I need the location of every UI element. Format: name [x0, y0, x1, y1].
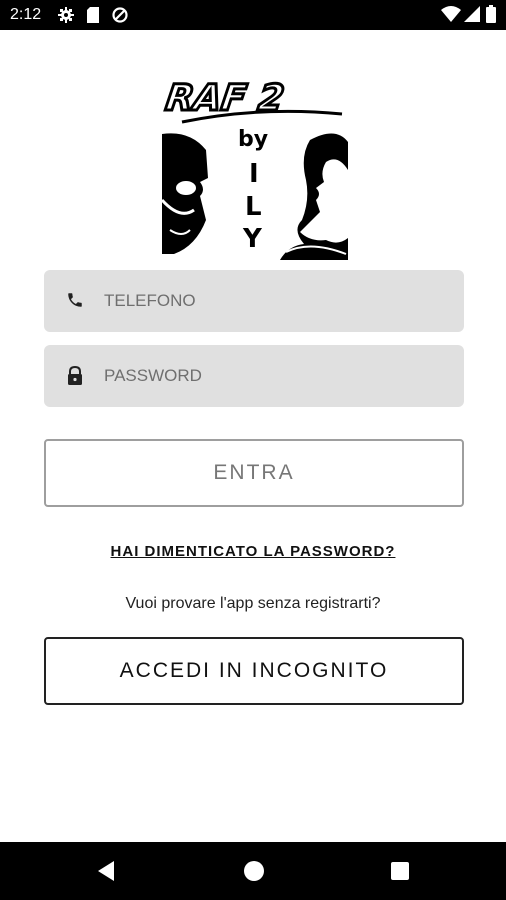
- logo-letter-i: I: [249, 159, 259, 189]
- guest-login-button-label: ACCEDI IN INCOGNITO: [119, 659, 389, 682]
- woman-face-illustration: [280, 133, 348, 260]
- navigation-bar: [0, 842, 506, 900]
- logo-letter-l: L: [245, 192, 262, 222]
- password-input[interactable]: [104, 345, 444, 407]
- gear-icon: [58, 7, 74, 28]
- forgot-password-link[interactable]: HAI DIMENTICATO LA PASSWORD?: [0, 543, 506, 560]
- home-icon[interactable]: [243, 860, 265, 887]
- cell-signal-icon: [464, 6, 480, 27]
- sd-card-icon: [86, 7, 100, 28]
- guest-prompt-text: Vuoi provare l'app senza registrarti?: [125, 595, 381, 612]
- status-time: 2:12: [10, 6, 42, 23]
- phone-input[interactable]: [104, 270, 444, 332]
- logo-letter-y: Y: [242, 224, 263, 254]
- phone-field[interactable]: [44, 270, 464, 332]
- login-button[interactable]: ENTRA: [44, 439, 464, 507]
- wifi-icon: [441, 6, 461, 27]
- guest-login-button[interactable]: ACCEDI IN INCOGNITO: [44, 637, 464, 705]
- password-field[interactable]: [44, 345, 464, 407]
- status-bar: 2:12: [0, 0, 506, 30]
- logo-by: by: [238, 127, 268, 152]
- app-logo: RAF 2 by I L Y: [160, 70, 350, 260]
- phone-icon: [66, 291, 84, 314]
- man-face-illustration: [160, 133, 208, 254]
- recents-icon[interactable]: [390, 861, 410, 886]
- lock-icon: [66, 365, 84, 391]
- back-icon[interactable]: [96, 860, 116, 887]
- battery-icon: [486, 5, 496, 28]
- login-button-label: ENTRA: [213, 461, 295, 484]
- logo-wordmark: RAF 2: [162, 75, 343, 124]
- do-not-disturb-icon: [112, 7, 128, 28]
